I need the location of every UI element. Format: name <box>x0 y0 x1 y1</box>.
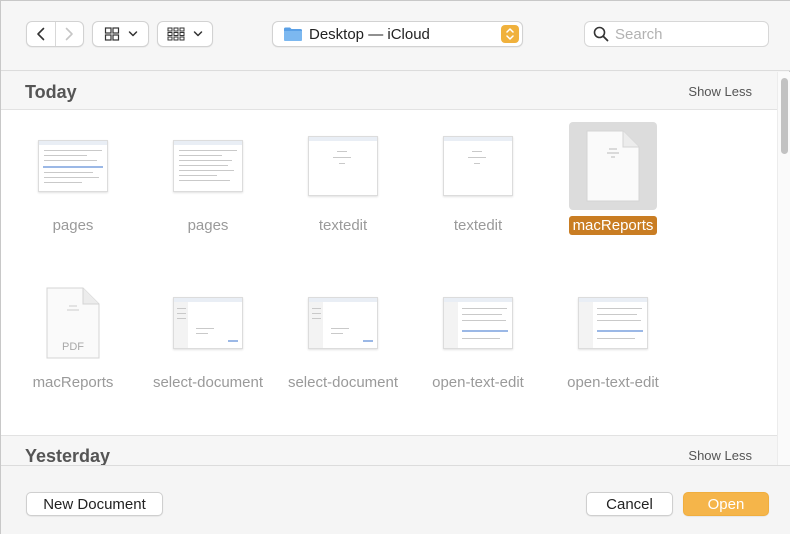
chevron-left-icon <box>36 27 45 41</box>
location-popup[interactable]: Desktop — iCloud <box>272 21 523 47</box>
scrollbar[interactable] <box>777 72 790 465</box>
pdf-badge: PDF <box>62 341 84 353</box>
file-browser: Today Show Less pages pages textedit tex… <box>1 72 777 465</box>
file-item[interactable]: PDF macReports <box>13 279 133 399</box>
file-thumbnail <box>29 122 117 210</box>
chevron-down-icon <box>193 31 203 37</box>
location-label: Desktop — iCloud <box>309 25 430 43</box>
file-name: open-text-edit <box>567 374 659 391</box>
new-document-button[interactable]: New Document <box>26 492 163 516</box>
scrollbar-knob[interactable] <box>781 78 788 154</box>
navigation-controls <box>26 21 84 47</box>
file-name: pages <box>187 217 229 234</box>
file-item[interactable]: select-document <box>283 279 403 399</box>
group-by-button[interactable] <box>157 21 213 47</box>
file-thumbnail <box>569 279 657 367</box>
pdf-icon: PDF <box>46 287 100 359</box>
file-thumbnail <box>164 122 252 210</box>
file-item[interactable]: textedit <box>418 122 538 242</box>
file-thumbnail <box>434 122 522 210</box>
file-name: select-document <box>287 374 399 391</box>
file-name: pages <box>52 217 94 234</box>
stepper-icon <box>501 25 519 43</box>
file-item[interactable]: pages <box>148 122 268 242</box>
file-thumbnail <box>299 279 387 367</box>
forward-button[interactable] <box>56 22 84 46</box>
file-item[interactable]: pages <box>13 122 133 242</box>
file-item-selected[interactable]: macReports <box>553 122 673 242</box>
section-title: Today <box>25 82 77 102</box>
back-button[interactable] <box>27 22 55 46</box>
view-mode-button[interactable] <box>92 21 149 47</box>
file-item[interactable]: select-document <box>148 279 268 399</box>
document-icon <box>586 130 640 202</box>
chevron-down-icon <box>128 31 137 37</box>
cancel-button[interactable]: Cancel <box>586 492 673 516</box>
file-thumbnail <box>569 122 657 210</box>
section-header-today: Today Show Less <box>1 72 777 110</box>
file-thumbnail <box>164 279 252 367</box>
folder-icon <box>284 27 302 41</box>
grid-view-icon <box>104 27 119 41</box>
file-name: open-text-edit <box>432 374 524 391</box>
file-name: select-document <box>152 374 264 391</box>
group-icon <box>167 27 185 41</box>
chevron-right-icon <box>65 27 74 41</box>
toolbar: Desktop — iCloud <box>1 1 790 71</box>
show-less-button[interactable]: Show Less <box>688 84 752 99</box>
file-item[interactable]: open-text-edit <box>418 279 538 399</box>
file-name: macReports <box>568 216 658 235</box>
file-item[interactable]: open-text-edit <box>553 279 673 399</box>
file-thumbnail <box>434 279 522 367</box>
show-less-button[interactable]: Show Less <box>688 448 752 463</box>
section-title: Yesterday <box>25 446 111 465</box>
file-name: textedit <box>318 217 368 234</box>
dialog-footer: New Document Cancel Open <box>1 465 790 534</box>
file-name: textedit <box>453 217 503 234</box>
search-input[interactable] <box>615 25 755 43</box>
section-header-yesterday: Yesterday Show Less <box>1 435 777 465</box>
open-dialog: Desktop — iCloud Today Show Less pages <box>0 0 790 534</box>
file-name: macReports <box>32 374 114 391</box>
file-thumbnail: PDF <box>29 279 117 367</box>
file-item[interactable]: textedit <box>283 122 403 242</box>
file-thumbnail <box>299 122 387 210</box>
open-button[interactable]: Open <box>683 492 769 516</box>
search-icon <box>593 26 609 42</box>
search-field[interactable] <box>584 21 769 47</box>
